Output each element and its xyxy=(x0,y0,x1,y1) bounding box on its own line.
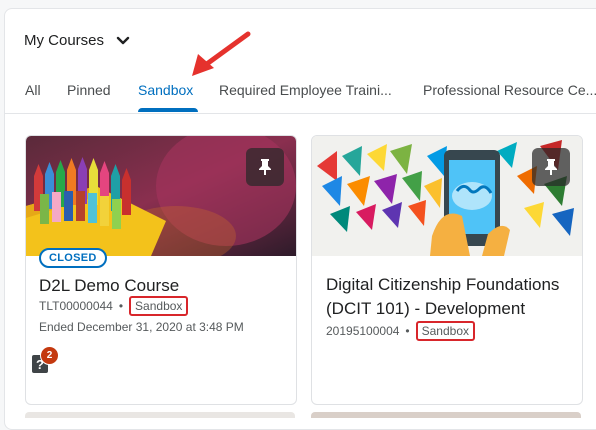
chevron-down-icon[interactable] xyxy=(116,36,130,46)
semester-label: Sandbox xyxy=(415,321,475,341)
next-card-peek xyxy=(25,412,295,418)
pin-button[interactable] xyxy=(532,148,570,186)
course-card-d2l-demo[interactable]: CLOSED D2L Demo Course TLT00000044 • Sandb… xyxy=(25,135,297,405)
tabs-divider xyxy=(4,113,596,114)
semester-label: Sandbox xyxy=(129,296,189,316)
tab-sandbox[interactable]: Sandbox xyxy=(138,82,193,98)
pin-icon xyxy=(259,159,271,175)
pin-button[interactable] xyxy=(246,148,284,186)
active-tab-indicator xyxy=(138,108,198,112)
tab-required-employee-training[interactable]: Required Employee Traini... xyxy=(219,82,392,98)
tab-all[interactable]: All xyxy=(25,82,41,98)
course-code: TLT00000044 xyxy=(39,299,113,313)
course-title[interactable]: Digital Citizenship Foundations (DCIT 10… xyxy=(326,273,576,321)
tab-professional-resource[interactable]: Professional Resource Ce... xyxy=(423,82,596,98)
course-code: 20195100004 xyxy=(326,324,400,338)
course-title[interactable]: D2L Demo Course xyxy=(39,274,179,298)
pin-icon xyxy=(545,159,557,175)
course-card-digital-citizenship[interactable]: Digital Citizenship Foundations (DCIT 10… xyxy=(311,135,583,405)
tab-pinned[interactable]: Pinned xyxy=(67,82,111,98)
next-card-peek xyxy=(311,412,581,418)
annotation-arrow xyxy=(192,31,251,76)
course-meta: TLT00000044 • Sandbox xyxy=(39,296,189,316)
status-badge: CLOSED xyxy=(39,248,107,268)
course-meta: 20195100004 • Sandbox xyxy=(326,321,475,341)
widget-header[interactable]: My Courses xyxy=(24,32,130,49)
notification-count-badge: 2 xyxy=(40,346,59,365)
widget-title: My Courses xyxy=(24,32,105,49)
course-end-date: Ended December 31, 2020 at 3:48 PM xyxy=(39,320,244,334)
course-tabs: All Pinned Sandbox Required Employee Tra… xyxy=(25,82,596,112)
